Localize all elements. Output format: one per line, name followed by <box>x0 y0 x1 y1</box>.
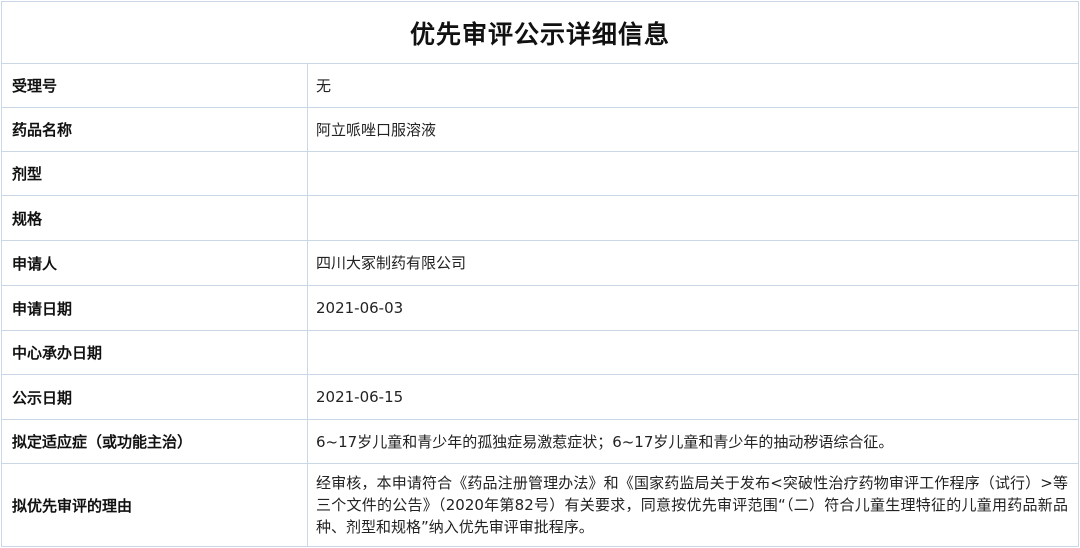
label-drug-name: 药品名称 <box>1 107 308 152</box>
label-dosage-form: 剂型 <box>1 151 308 196</box>
label-acceptance-number: 受理号 <box>1 63 308 108</box>
value-application-date: 2021-06-03 <box>306 285 1080 331</box>
value-dosage-form <box>306 151 1080 196</box>
value-indication: 6~17岁儿童和青少年的孤独症易激惹症状；6~17岁儿童和青少年的抽动秽语综合征… <box>306 419 1080 464</box>
value-center-date <box>306 330 1080 375</box>
table-row-application-date: 申请日期 2021-06-03 <box>1 285 1080 331</box>
value-specification <box>306 195 1080 241</box>
table-row-dosage-form: 剂型 <box>1 151 1080 196</box>
table-row-priority-reason: 拟优先审评的理由 经审核，本申请符合《药品注册管理办法》和《国家药监局关于发布<… <box>1 463 1080 547</box>
table-row-applicant: 申请人 四川大冢制药有限公司 <box>1 240 1080 286</box>
table-row-acceptance-number: 受理号 无 <box>1 63 1080 108</box>
value-acceptance-number: 无 <box>306 63 1080 108</box>
label-publicity-date: 公示日期 <box>1 374 308 420</box>
label-indication: 拟定适应症（或功能主治） <box>1 419 308 464</box>
label-center-date: 中心承办日期 <box>1 330 308 375</box>
table-row-publicity-date: 公示日期 2021-06-15 <box>1 374 1080 420</box>
label-specification: 规格 <box>1 195 308 241</box>
value-publicity-date: 2021-06-15 <box>306 374 1080 420</box>
value-priority-reason: 经审核，本申请符合《药品注册管理办法》和《国家药监局关于发布<突破性治疗药物审评… <box>306 463 1080 547</box>
title-row: 优先审评公示详细信息 <box>0 1 1080 64</box>
page-title: 优先审评公示详细信息 <box>0 1 1080 64</box>
table-row-drug-name: 药品名称 阿立哌唑口服溶液 <box>1 107 1080 152</box>
value-drug-name: 阿立哌唑口服溶液 <box>306 107 1080 152</box>
detail-page: 优先审评公示详细信息 受理号 无 药品名称 阿立哌唑口服溶液 剂型 规格 申请人… <box>0 0 1080 548</box>
label-priority-reason: 拟优先审评的理由 <box>1 463 308 547</box>
detail-table: 优先审评公示详细信息 受理号 无 药品名称 阿立哌唑口服溶液 剂型 规格 申请人… <box>0 1 1080 547</box>
label-applicant: 申请人 <box>1 240 308 286</box>
table-row-specification: 规格 <box>1 195 1080 241</box>
table-row-center-date: 中心承办日期 <box>1 330 1080 375</box>
table-row-indication: 拟定适应症（或功能主治） 6~17岁儿童和青少年的孤独症易激惹症状；6~17岁儿… <box>1 419 1080 464</box>
label-application-date: 申请日期 <box>1 285 308 331</box>
value-applicant: 四川大冢制药有限公司 <box>306 240 1080 286</box>
